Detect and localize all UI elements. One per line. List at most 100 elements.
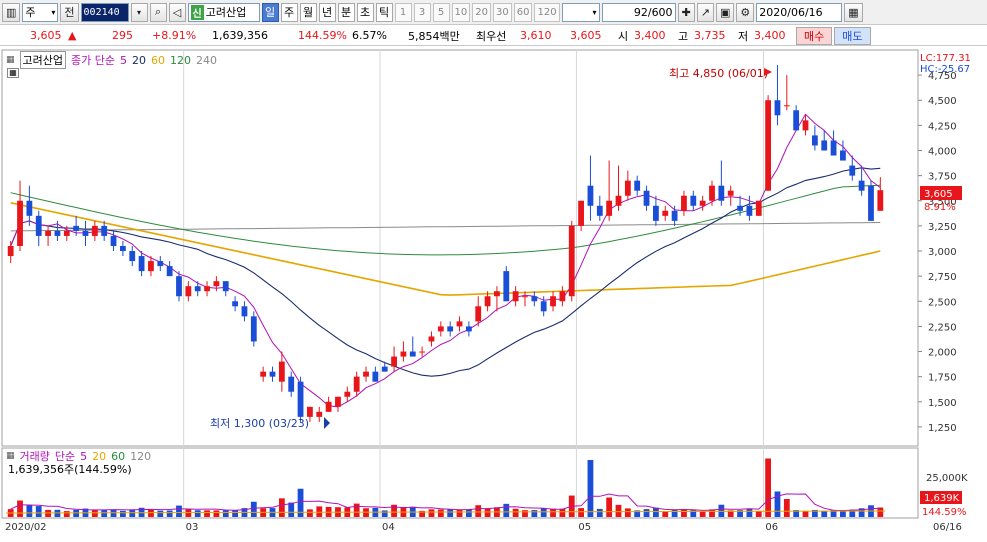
x-tick-label: 03	[186, 522, 199, 533]
low-annotation-arrow	[324, 417, 330, 429]
interval-1[interactable]: 1	[394, 2, 412, 22]
crosshair-icon[interactable]: ✚	[677, 2, 695, 22]
volume-bar	[643, 509, 650, 517]
y-tick-label: 4,000	[928, 146, 957, 157]
candle-body	[91, 225, 98, 236]
volume-bar	[316, 506, 323, 517]
candle-body	[110, 235, 117, 246]
grid-toggle-icon[interactable]: ▦	[7, 68, 19, 78]
candle-body	[830, 140, 837, 156]
candle-body	[353, 376, 360, 392]
legend-ma60: 60	[150, 53, 165, 67]
candle-body	[119, 245, 126, 252]
code-dropdown-button[interactable]: ▾	[130, 2, 148, 22]
lc-label: LC:177.31	[920, 53, 971, 64]
period-tick[interactable]: 틱	[375, 2, 393, 22]
candle-body	[278, 361, 285, 382]
volume-info: 1,639,356주(144.59%)	[8, 463, 132, 476]
indicator-icon[interactable]: ↗	[696, 2, 714, 22]
market-all-button[interactable]: 전	[60, 2, 79, 22]
interval-5[interactable]: 5	[432, 2, 450, 22]
candle-body	[176, 276, 182, 297]
stock-chart[interactable]: 4,750 4,500 4,250 4,000 3,750 3,500 3,250 3,000…	[0, 47, 987, 539]
date-field[interactable]: 2020/06/16	[756, 2, 843, 22]
volume-bar	[288, 502, 295, 517]
volume-bar	[17, 500, 23, 517]
candle-body	[269, 371, 276, 377]
volume-bar	[653, 507, 659, 517]
candle-body	[615, 195, 622, 206]
volume-bar	[428, 509, 435, 517]
volume-bar	[615, 504, 622, 517]
candle-body	[634, 180, 641, 191]
trade-amount: 5,854백만	[408, 29, 460, 43]
candle-body	[550, 296, 556, 307]
interval-60[interactable]: 60	[513, 2, 533, 22]
legend-menu-icon[interactable]: ▦	[6, 55, 15, 65]
period-second[interactable]: 초	[356, 2, 374, 22]
new-listing-badge: 신	[190, 4, 204, 20]
legend-ma-label: 종가 단순	[71, 54, 115, 67]
period-minute[interactable]: 분	[337, 2, 355, 22]
candle-body	[194, 286, 201, 292]
candle-body	[391, 356, 397, 367]
price-tag-text: 3,605	[924, 189, 953, 200]
period-yearly[interactable]: 년	[318, 2, 336, 22]
volume-bars	[5, 458, 886, 517]
buy-button[interactable]: 매수	[796, 26, 833, 45]
legend-ma240: 240	[195, 53, 217, 67]
volume-pct-tag: 144.59%	[922, 507, 967, 518]
search-icon[interactable]: ⌕	[149, 2, 167, 22]
candle-body	[45, 230, 51, 236]
stock-code-input[interactable]: 002140	[80, 2, 129, 22]
speaker-icon[interactable]: ◁	[168, 2, 186, 22]
price-legend: ▦ 고려산업 종가 단순 5 20 60 120 240	[6, 51, 217, 69]
legend-stock-name[interactable]: 고려산업	[19, 51, 66, 69]
quote-bar: 3,605 ▲ 295 +8.91% 1,639,356 144.59% 6.5…	[0, 26, 987, 46]
interval-select[interactable]: ▾	[561, 2, 600, 22]
interval-20[interactable]: 20	[472, 2, 491, 22]
candle-body	[793, 110, 800, 131]
market-select[interactable]: 주 ▾	[22, 2, 59, 22]
calendar-icon[interactable]: ▦	[844, 2, 863, 22]
candle-body	[148, 261, 154, 272]
candle-body	[737, 205, 743, 211]
chevron-down-icon: ▾	[51, 7, 56, 17]
volume-bar	[681, 509, 687, 517]
candle-body	[35, 215, 42, 236]
x-right-label: 06/16	[933, 522, 962, 533]
volume-bar	[503, 503, 510, 517]
y-tick-label: 3,250	[928, 222, 957, 233]
volume-bar	[531, 510, 538, 517]
data-count-field[interactable]: 92/600	[601, 2, 676, 22]
legend-ma120: 120	[169, 53, 191, 67]
volume-bar	[101, 509, 108, 517]
interval-120[interactable]: 120	[534, 2, 560, 22]
candle-body	[204, 286, 210, 292]
sell-button[interactable]: 매도	[834, 26, 871, 45]
x-tick-label: 05	[578, 522, 591, 533]
chart-canvas[interactable]: 4,7504,5004,2504,0003,7503,5003,2503,000…	[0, 47, 987, 539]
period-monthly[interactable]: 월	[299, 2, 317, 22]
gear-icon[interactable]: ⚙	[736, 2, 755, 22]
volume-bar	[475, 505, 482, 517]
chart-type-icon[interactable]: ▥	[2, 2, 21, 22]
stock-name: 고려산업	[205, 6, 247, 19]
interval-10[interactable]: 10	[451, 2, 471, 22]
candle-body	[699, 200, 706, 206]
interval-30[interactable]: 30	[493, 2, 512, 22]
chevron-down-icon: ▾	[592, 7, 597, 17]
interval-3[interactable]: 3	[413, 2, 431, 22]
volume-bar	[578, 508, 584, 517]
period-daily[interactable]: 일	[261, 2, 279, 22]
change-arrow: ▲	[68, 29, 77, 42]
candle-body	[522, 296, 528, 298]
volume-bar	[176, 505, 182, 517]
period-weekly[interactable]: 주	[280, 2, 298, 22]
best-ask: 3,610	[520, 29, 552, 42]
ma240-line	[10, 222, 881, 232]
candle-body	[157, 261, 164, 267]
volume-legend-menu-icon[interactable]: ▦	[6, 451, 15, 461]
candle-body	[63, 230, 70, 236]
save-icon[interactable]: ▣	[716, 2, 735, 22]
